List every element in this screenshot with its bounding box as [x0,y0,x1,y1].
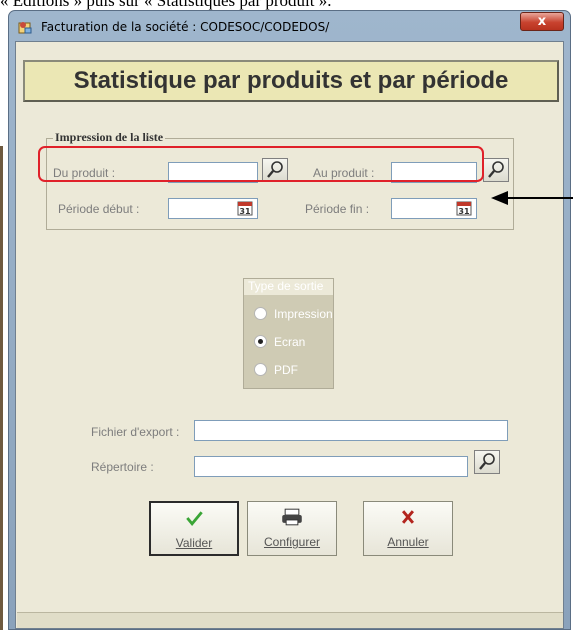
magnifier-icon [488,161,504,178]
valider-button[interactable]: Valider [149,501,239,556]
annuler-label: Annuler [387,535,429,549]
periode-debut-input[interactable]: 31 [168,198,258,219]
periode-fin-label: Période fin : [305,202,370,216]
sortie-options: Impression Ecran PDF [244,295,333,388]
repertoire-input[interactable] [194,456,468,477]
radio-impression-label: Impression [274,307,333,321]
calendar-day-text: 31 [458,207,470,216]
magnifier-icon [479,453,495,470]
radio-selected-dot [258,339,263,344]
document-edge [0,146,3,630]
repertoire-label: Répertoire : [91,460,154,474]
au-produit-lookup-button[interactable] [483,158,509,182]
annuler-button[interactable]: Annuler [363,501,453,556]
impression-group-legend: Impression de la liste [53,130,166,145]
radio-pdf-label: PDF [274,363,298,377]
valider-label: Valider [175,536,213,550]
annotation-arrow-head [491,191,508,205]
printer-icon [282,508,302,526]
page-title: Statistique par produits et par période [23,60,559,102]
check-icon [186,511,203,526]
status-bar [17,612,563,628]
window-title: Facturation de la société : CODESOC/CODE… [41,20,330,34]
fichier-export-input[interactable] [194,420,508,441]
annotation-arrow-line [507,197,573,199]
sortie-group: Type de sortie Impression Ecran PDF [243,278,334,389]
cross-icon [401,510,415,524]
radio-impression[interactable] [254,307,267,320]
calendar-icon[interactable]: 31 [456,200,472,216]
radio-pdf[interactable] [254,363,267,376]
configurer-button[interactable]: Configurer [247,501,337,556]
repertoire-lookup-button[interactable] [474,450,500,474]
period-highlight-box [38,146,484,182]
calendar-day-text: 31 [239,207,251,216]
app-icon [18,22,32,34]
sortie-group-title: Type de sortie [245,279,332,295]
configurer-label: Configurer [263,535,321,549]
fichier-export-label: Fichier d'export : [91,425,180,439]
periode-debut-label: Période début : [58,202,140,216]
document-caption-text: « Éditions » puis sur « Statistiques par… [0,0,332,10]
close-button[interactable]: x [520,12,564,31]
periode-fin-input[interactable]: 31 [391,198,477,219]
calendar-icon[interactable]: 31 [237,200,253,216]
radio-ecran-label: Ecran [274,335,306,349]
radio-ecran[interactable] [254,335,267,348]
title-bar: Facturation de la société : CODESOC/CODE… [9,11,570,41]
app-window: Facturation de la société : CODESOC/CODE… [8,10,571,630]
form-client-area: Statistique par produits et par période … [15,41,564,629]
